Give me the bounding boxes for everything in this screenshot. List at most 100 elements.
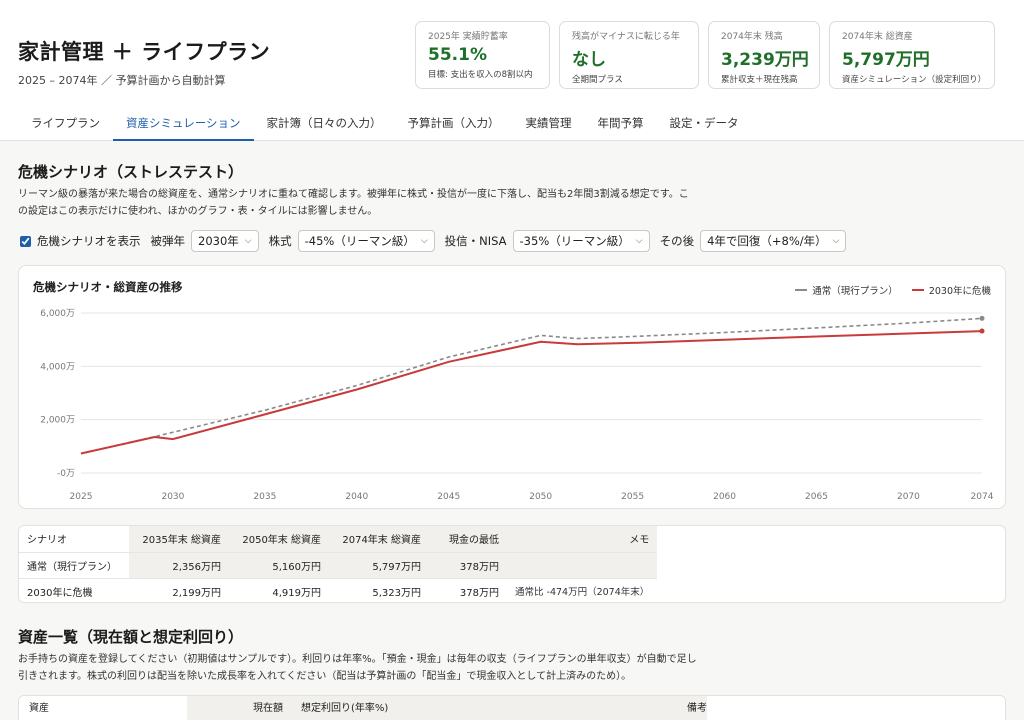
table-cell: 5,797万円 <box>329 552 429 579</box>
chart-legend: 通常（現行プラン） 2030年に危機 <box>795 283 991 297</box>
table-cell: 378万円 <box>429 552 507 579</box>
x-tick-label: 2035 <box>253 492 276 502</box>
crisis-chart: -0万 2,000万 4,000万 6,000万 2025 2030 2035 2040 204… <box>40 309 994 502</box>
legend-swatch <box>911 289 924 291</box>
chevron-down-icon: ⌵ <box>635 236 643 246</box>
table-header: 資産 <box>19 696 187 720</box>
table-cell: 4,919万円 <box>272 587 321 599</box>
app-title: 家計管理 ＋ ライフプラン <box>18 39 271 64</box>
table-header: 現在額 <box>187 696 287 720</box>
legend-item-crisis: 2030年に危機 <box>911 283 991 297</box>
x-tick-label: 2025 <box>70 492 93 502</box>
crisis-toggle-label[interactable]: 危機シナリオを表示 <box>37 233 141 249</box>
tab-asset-simulation[interactable]: 資産シミュレーション <box>113 105 254 141</box>
chevron-down-icon: ⌵ <box>832 236 840 246</box>
assets-table-card: 資産 現在額 想定利回り(年率%) 備考 <box>18 695 1006 720</box>
kpi-final-balance: 2074年末 残高 3,239万円 累計収支＋現在残高 <box>708 21 820 89</box>
crisis-controls: 危機シナリオを表示 被弾年 2030年 ⌵ 株式 -45%（リーマン級） ⌵ 投… <box>20 230 847 252</box>
x-tick-label: 2030 <box>161 492 184 502</box>
assets-desc-line: お手持ちの資産を登録してください（初期値はサンプルです）。利回りは年率%。「預金… <box>18 654 697 665</box>
kpi-negative-year: 残高がマイナスに転じる年 なし 全期間プラス <box>559 21 699 89</box>
table-cell <box>507 552 658 579</box>
tab-actuals[interactable]: 実績管理 <box>513 105 585 141</box>
assets-table-header: 資産 現在額 想定利回り(年率%) 備考 <box>19 696 1005 720</box>
table-header: 2050年末 総資産 <box>229 526 329 553</box>
chevron-down-icon: ⌵ <box>420 236 428 246</box>
stock-drop-select[interactable]: -45%（リーマン級） ⌵ <box>297 230 435 252</box>
kpi-note: 資産シミュレーション（設定利回り） <box>842 75 987 85</box>
chart-title: 危機シナリオ・総資産の推移 <box>33 280 183 294</box>
kpi-tiles: 2025年 実績貯蓄率 55.1% 目標: 支出を収入の8割以内 残高がマイナス… <box>415 21 995 89</box>
x-tick-label: 2040 <box>345 492 368 502</box>
x-tick-label: 2065 <box>805 492 828 502</box>
assets-desc-line: 引きされます。株式の利回りは配当を除いた成長率を入れてください（配当は予算計画の… <box>18 671 632 682</box>
tab-life-plan[interactable]: ライフプラン <box>18 105 113 141</box>
crisis-description: リーマン級の暴落が来た場合の総資産を、通常シナリオに重ねて確認します。被弾年に株… <box>18 186 738 220</box>
y-tick-label: 4,000万 <box>40 362 75 372</box>
x-tick-label: 2070 <box>897 492 920 502</box>
hit-year-label: 被弾年 <box>150 234 186 248</box>
kpi-note: 累計収支＋現在残高 <box>721 75 798 85</box>
app-subtitle: 2025 – 2074年 ／ 予算計画から自動計算 <box>18 74 226 87</box>
hit-year-select[interactable]: 2030年 ⌵ <box>191 230 259 252</box>
recovery-value: 4年で回復（+8%/年） <box>707 234 827 248</box>
y-tick-label: 6,000万 <box>40 309 75 319</box>
app-header: 家計管理 ＋ ライフプラン 2025 – 2074年 ／ 予算計画から自動計算 … <box>0 0 1024 105</box>
tab-settings-data[interactable]: 設定・データ <box>657 105 752 141</box>
recovery-label: その後 <box>659 234 695 248</box>
x-tick-label: 2060 <box>713 492 736 502</box>
scenario-table: シナリオ 2035年末 総資産 2050年末 総資産 2074年末 総資産 現金… <box>19 526 658 602</box>
crisis-chart-card: -0万 2,000万 4,000万 6,000万 2025 2030 2035 2040 204… <box>18 265 1006 509</box>
x-tick-label: 2045 <box>437 492 460 502</box>
series-line-crisis <box>80 330 983 455</box>
table-header: 想定利回り(年率%) <box>287 696 407 720</box>
tab-budget-plan[interactable]: 予算計画（入力） <box>395 105 513 141</box>
x-tick-label: 2074 <box>971 492 994 502</box>
y-tick-label: -0万 <box>57 469 75 479</box>
main-tabs: ライフプラン 資産シミュレーション 家計簿（日々の入力） 予算計画（入力） 実績… <box>0 105 1024 141</box>
table-header: 2074年末 総資産 <box>329 526 429 553</box>
kpi-value: 5,797万円 <box>842 50 930 70</box>
table-cell: 通常比 -474万円（2074年末） <box>515 587 650 599</box>
table-row: 2030年に危機 2,199万円 4,919万円 5,323万円 378万円 通… <box>19 578 657 602</box>
fund-drop-select[interactable]: -35%（リーマン級） ⌵ <box>512 230 650 252</box>
kpi-value: 3,239万円 <box>721 50 809 70</box>
legend-swatch <box>795 289 808 291</box>
table-cell: 通常（現行プラン） <box>19 552 129 579</box>
crisis-desc-line: の設定はこの表示だけに使われ、ほかのグラフ・表・タイルには影響しません。 <box>18 206 378 217</box>
fund-drop-label: 投信・NISA <box>444 234 507 248</box>
tab-annual-budget[interactable]: 年間予算 <box>585 105 657 141</box>
table-row: 通常（現行プラン） 2,356万円 5,160万円 5,797万円 378万円 <box>19 552 658 579</box>
table-cell: 378万円 <box>459 587 499 599</box>
y-tick-label: 2,000万 <box>40 416 75 426</box>
hit-year-value: 2030年 <box>198 234 239 248</box>
table-cell: 2030年に危機 <box>19 578 129 602</box>
kpi-value: なし <box>572 50 606 70</box>
kpi-label: 2025年 実績貯蓄率 <box>428 32 508 42</box>
table-cell: 2,199万円 <box>172 587 221 599</box>
kpi-savings-rate: 2025年 実績貯蓄率 55.1% 目標: 支出を収入の8割以内 <box>415 21 550 89</box>
tab-household-ledger[interactable]: 家計簿（日々の入力） <box>254 105 395 141</box>
stock-drop-label: 株式 <box>268 234 292 248</box>
assets-description: お手持ちの資産を登録してください（初期値はサンプルです）。利回りは年率%。「預金… <box>18 651 738 685</box>
x-tick-label: 2055 <box>621 492 644 502</box>
kpi-note: 全期間プラス <box>572 75 623 85</box>
crisis-toggle-checkbox[interactable] <box>20 235 31 247</box>
table-cell: 5,323万円 <box>372 587 421 599</box>
legend-label: 通常（現行プラン） <box>812 286 898 297</box>
legend-item-normal: 通常（現行プラン） <box>795 283 898 297</box>
table-header: メモ <box>507 526 658 553</box>
kpi-label: 2074年末 総資産 <box>842 32 913 42</box>
crisis-section-title: 危機シナリオ（ストレステスト） <box>18 163 244 181</box>
kpi-total-assets: 2074年末 総資産 5,797万円 資産シミュレーション（設定利回り） <box>829 21 995 89</box>
table-cell: 2,356万円 <box>129 552 229 579</box>
legend-label: 2030年に危機 <box>928 286 991 297</box>
table-header: シナリオ <box>19 526 129 553</box>
table-header-row: シナリオ 2035年末 総資産 2050年末 総資産 2074年末 総資産 現金… <box>19 526 658 553</box>
kpi-label: 残高がマイナスに転じる年 <box>572 32 680 42</box>
assets-section-title: 資産一覧（現在額と想定利回り） <box>18 628 244 646</box>
series-line-normal <box>80 317 983 455</box>
table-header: 現金の最低 <box>429 526 507 553</box>
kpi-value: 55.1% <box>428 45 487 65</box>
recovery-select[interactable]: 4年で回復（+8%/年） ⌵ <box>700 230 847 252</box>
